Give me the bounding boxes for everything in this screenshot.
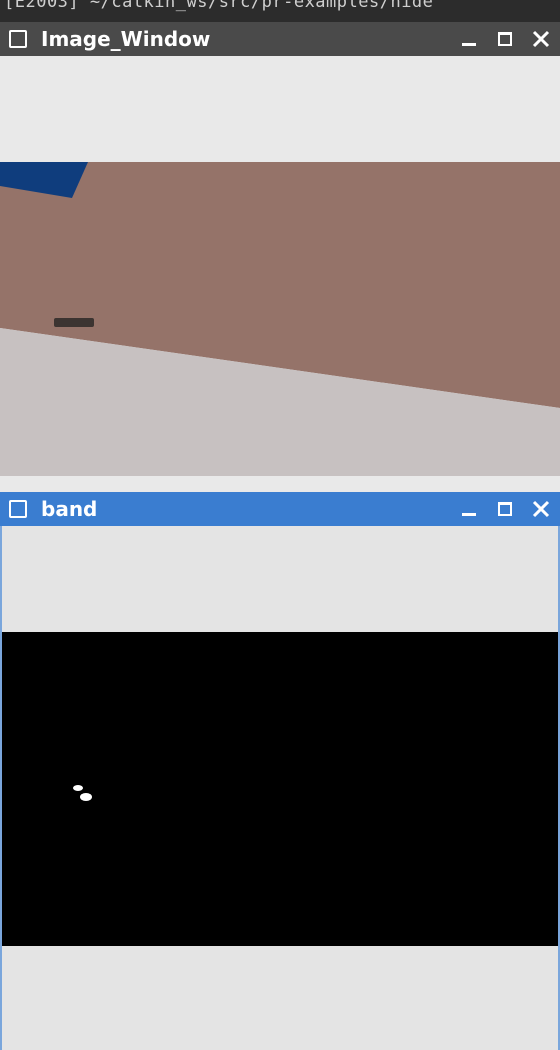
close-icon[interactable] <box>530 28 552 50</box>
image-window-title: Image_Window <box>41 27 211 51</box>
window-menu-icon[interactable] <box>9 500 27 518</box>
image-window-titlebar[interactable]: Image_Window <box>0 22 560 56</box>
band-window[interactable]: band <box>0 492 560 1050</box>
band-mask <box>2 632 558 946</box>
band-window-canvas <box>0 526 560 1050</box>
band-blob <box>73 785 83 791</box>
window-menu-icon[interactable] <box>9 30 27 48</box>
maximize-icon[interactable] <box>494 28 516 50</box>
image-window[interactable]: Image_Window <box>0 22 560 492</box>
object-on-floor <box>54 318 94 327</box>
band-window-titlebar[interactable]: band <box>0 492 560 526</box>
camera-image <box>0 56 560 492</box>
image-bottom-strip <box>0 476 560 492</box>
close-icon[interactable] <box>530 498 552 520</box>
terminal-prompt-text: [E2003] ~/catkin_ws/src/pr-examples/nide <box>4 0 434 12</box>
minimize-icon[interactable] <box>458 28 480 50</box>
terminal-background: [E2003] ~/catkin_ws/src/pr-examples/nide <box>0 0 560 22</box>
image-window-canvas <box>0 56 560 492</box>
band-mask-image <box>2 526 558 1050</box>
maximize-icon[interactable] <box>494 498 516 520</box>
band-blob <box>80 793 92 801</box>
minimize-icon[interactable] <box>458 498 480 520</box>
band-window-title: band <box>41 497 98 521</box>
